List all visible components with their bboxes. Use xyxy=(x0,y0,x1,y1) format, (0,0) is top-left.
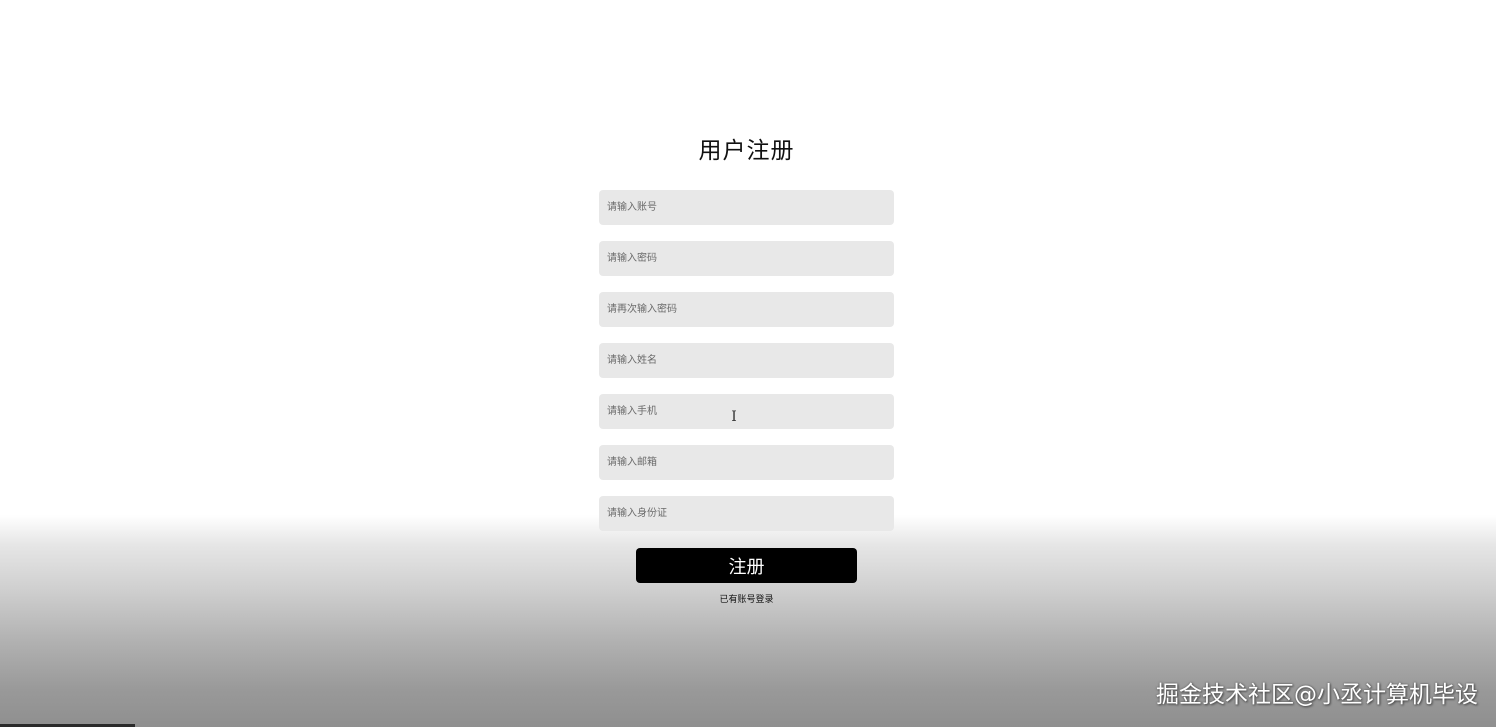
register-form: 用户注册 xyxy=(599,132,894,531)
id-card-input[interactable] xyxy=(599,496,894,531)
account-input[interactable] xyxy=(599,190,894,225)
email-input[interactable] xyxy=(599,445,894,480)
phone-input[interactable] xyxy=(599,394,894,429)
confirm-password-input[interactable] xyxy=(599,292,894,327)
password-input[interactable] xyxy=(599,241,894,276)
form-fields xyxy=(599,190,894,531)
page-title: 用户注册 xyxy=(698,138,795,164)
name-input[interactable] xyxy=(599,343,894,378)
watermark-text: 掘金技术社区@小丞计算机毕设 xyxy=(1156,682,1478,708)
text-cursor-icon: I xyxy=(731,409,737,425)
login-link[interactable]: 已有账号登录 xyxy=(636,592,857,605)
register-button[interactable]: 注册 xyxy=(636,548,857,583)
